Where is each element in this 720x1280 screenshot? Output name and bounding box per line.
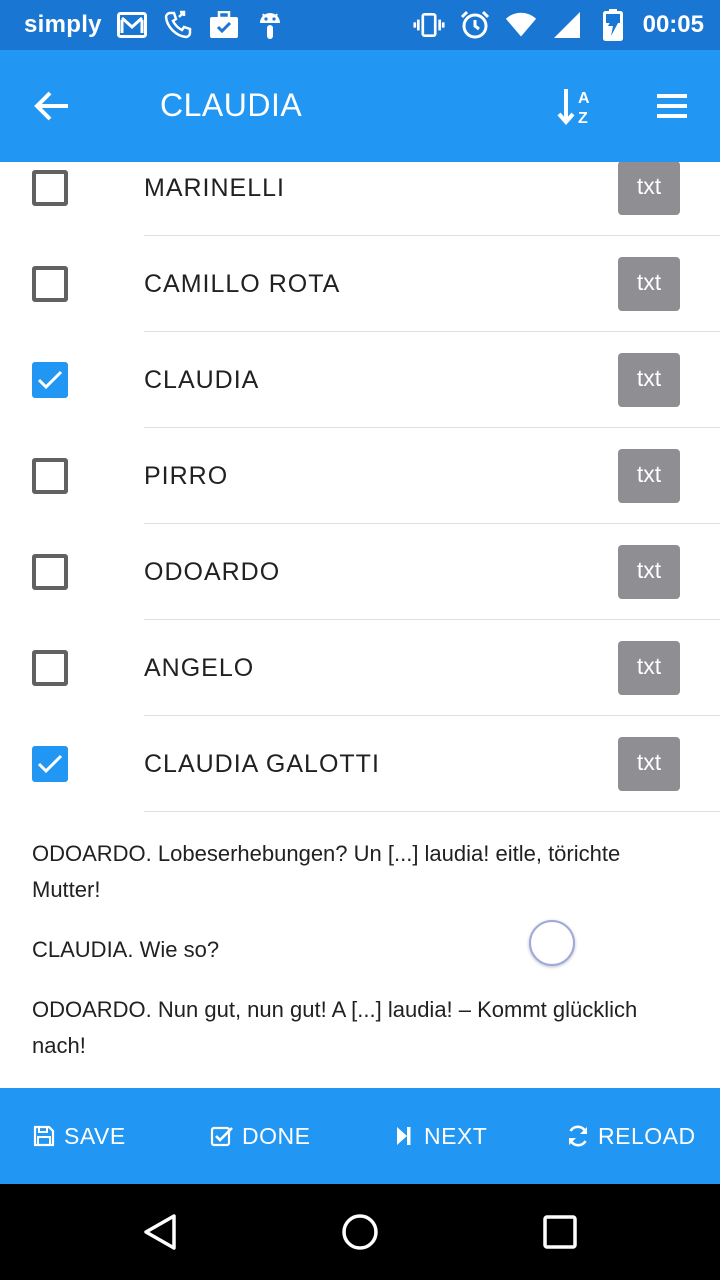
list-item[interactable]: ANGELO txt [0,620,720,716]
bottom-action-bar: SAVE DONE NEXT RELOAD [0,1088,720,1184]
txt-button[interactable]: txt [618,737,680,791]
text-preview: ODOARDO. Lobeserhebungen? Un [...] laudi… [32,836,692,1088]
android-icon [254,9,286,41]
carrier-name: simply [24,11,102,38]
battery-charging-icon [597,9,629,41]
vibrate-icon [413,9,445,41]
app-bar: CLAUDIA A Z [0,50,720,162]
refresh-icon [566,1124,590,1148]
status-bar: simply 00:05 [0,0,720,50]
txt-button[interactable]: txt [618,353,680,407]
nav-recents-button[interactable] [536,1208,584,1256]
menu-button[interactable] [644,78,700,134]
check-square-icon [210,1124,234,1148]
checkbox[interactable] [32,650,68,686]
done-button[interactable]: DONE [210,1088,310,1184]
list-item-label: CLAUDIA GALOTTI [144,750,380,778]
list-item-label: CAMILLO ROTA [144,270,341,298]
txt-button[interactable]: txt [618,257,680,311]
system-navigation-bar [0,1184,720,1280]
signal-icon [551,9,583,41]
txt-button[interactable]: txt [618,545,680,599]
gmail-icon [116,9,148,41]
divider [144,811,720,812]
txt-button[interactable]: txt [618,641,680,695]
wifi-icon [505,9,537,41]
checkbox[interactable] [32,266,68,302]
list-item[interactable]: MARINELLI txt [0,162,720,236]
nav-home-button[interactable] [336,1208,384,1256]
next-button[interactable]: NEXT [392,1088,487,1184]
checkbox[interactable] [32,170,68,206]
alarm-icon [459,9,491,41]
reload-label: RELOAD [598,1122,696,1149]
checkmark-icon [37,754,63,774]
svg-text:Z: Z [578,110,588,126]
save-label: SAVE [64,1122,126,1149]
checkbox[interactable] [32,554,68,590]
list-item[interactable]: CLAUDIA GALOTTI txt [0,716,720,812]
clock: 00:05 [642,11,704,38]
list-item-label: MARINELLI [144,174,285,202]
list-item[interactable]: PIRRO txt [0,428,720,524]
floppy-disk-icon [32,1124,56,1148]
svg-text:A: A [578,90,590,107]
txt-button[interactable]: txt [618,449,680,503]
checkbox[interactable] [32,458,68,494]
next-label: NEXT [424,1122,488,1149]
briefcase-check-icon [208,9,240,41]
arrow-left-icon [34,91,68,121]
preview-line: ODOARDO. Nun gut, nun gut! A [...] laudi… [32,997,638,1058]
triangle-back-icon [144,1214,176,1250]
page-title: CLAUDIA [160,87,303,123]
checkmark-icon [37,370,63,390]
sort-button[interactable]: A Z [548,78,604,134]
phone-call-icon [162,9,194,41]
character-list: MARINELLI txt CAMILLO ROTA txt CLAUDIA t… [0,162,720,812]
skip-next-icon [392,1124,416,1148]
preview-line: ODOARDO. Lobeserhebungen? Un [...] laudi… [32,841,621,902]
list-item-label: PIRRO [144,462,229,490]
circle-home-icon [342,1214,378,1250]
list-item[interactable]: CLAUDIA txt [0,332,720,428]
loading-indicator [529,920,575,966]
reload-button[interactable]: RELOAD [566,1088,696,1184]
checkbox-checked[interactable] [32,362,68,398]
sort-az-icon: A Z [557,89,590,126]
list-item[interactable]: ODOARDO txt [0,524,720,620]
back-button[interactable] [24,78,80,134]
list-item[interactable]: CAMILLO ROTA txt [0,236,720,332]
preview-line: CLAUDIA. Wie so? [32,937,220,962]
save-button[interactable]: SAVE [32,1088,126,1184]
list-item-label: CLAUDIA [144,366,260,394]
hamburger-menu-icon [657,94,687,118]
done-label: DONE [242,1122,311,1149]
list-item-label: ODOARDO [144,558,281,586]
txt-button[interactable]: txt [618,162,680,215]
nav-back-button[interactable] [136,1208,184,1256]
list-item-label: ANGELO [144,654,255,682]
square-recents-icon [543,1215,577,1249]
checkbox-checked[interactable] [32,746,68,782]
